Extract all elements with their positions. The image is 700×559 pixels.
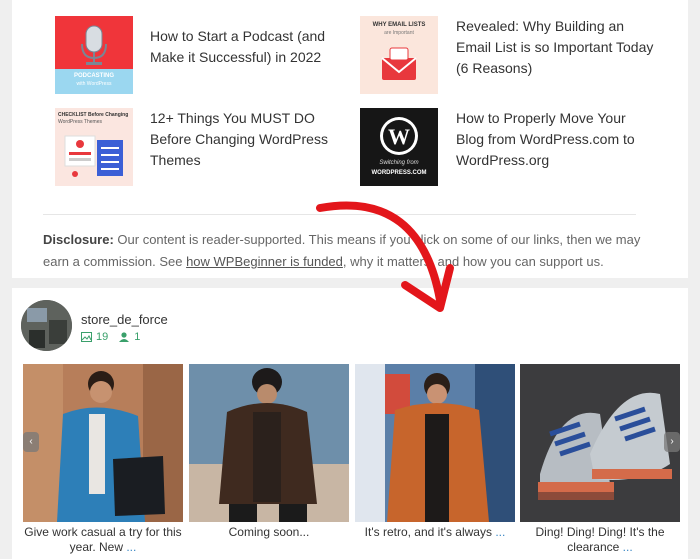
related-post[interactable]: CHECKLIST Before Changing WordPress Them… [55,108,340,186]
read-more-link[interactable]: ... [623,540,633,554]
funding-link[interactable]: how WPBeginner is funded [186,254,343,269]
feed-image[interactable] [520,364,680,522]
posts-count: 19 [96,331,109,343]
divider [43,214,636,215]
feed-stats: 19 1 [81,331,140,343]
thumb-text: WORDPRESS.COM [371,170,427,176]
post-title-link[interactable]: How to Properly Move Your Blog from Word… [456,108,651,171]
caption-text: Give work casual a try for this year. Ne… [24,525,182,554]
thumb-text: with WordPress [76,81,112,87]
caption-text: It's retro, and it's always [364,525,496,539]
thumb-text: are Important [384,30,414,36]
carousel-next-button[interactable]: › [664,432,680,452]
svg-text:W: W [388,124,410,149]
microphone-icon [81,25,107,65]
post-title-link[interactable]: 12+ Things You MUST DO Before Changing W… [150,108,340,171]
image-icon [81,332,92,342]
post-thumbnail[interactable]: CHECKLIST Before Changing WordPress Them… [55,108,133,186]
thumb-text: PODCASTING [73,73,114,79]
thumb-text: WordPress Themes [58,119,102,125]
disclosure-body-end: , why it matters, and how you can suppor… [342,254,604,269]
post-title-link[interactable]: Revealed: Why Building an Email List is … [456,16,656,79]
user-icon [119,332,130,342]
carousel-prev-button[interactable]: ‹ [23,432,39,452]
avatar[interactable] [21,300,72,351]
related-post[interactable]: PODCASTING with WordPress How to Start a… [55,16,340,94]
disclosure-text: Disclosure: Our content is reader-suppor… [43,229,643,273]
feed-image[interactable] [189,364,349,522]
feed-caption: Give work casual a try for this year. Ne… [21,525,185,555]
thumb-text: Switching from [379,160,419,166]
post-thumbnail[interactable]: WHY EMAIL LISTS are Important [360,16,438,94]
disclosure-label: Disclosure: [43,232,114,247]
followers-count: 1 [134,331,141,343]
thumb-text: WHY EMAIL LISTS [372,22,426,28]
wordpress-logo-icon: W [380,117,418,155]
instagram-feed-card: store_de_force 19 1 ‹ › Give work casual… [12,288,688,559]
email-icon [381,47,417,80]
feed-image[interactable] [355,364,515,522]
caption-text: Coming soon... [228,525,310,539]
post-thumbnail[interactable]: W Switching from WORDPRESS.COM [360,108,438,186]
feed-caption: Ding! Ding! Ding! It's the clearance ... [518,525,682,555]
feed-username[interactable]: store_de_force [81,312,168,327]
feed-image[interactable] [23,364,183,522]
post-thumbnail[interactable]: PODCASTING with WordPress [55,16,133,94]
related-post[interactable]: W Switching from WORDPRESS.COM How to Pr… [360,108,651,186]
read-more-link[interactable]: ... [126,540,136,554]
checklist-icon [64,135,123,177]
feed-caption: Coming soon... [187,525,351,540]
feed-caption: It's retro, and it's always ... [353,525,517,540]
post-title-link[interactable]: How to Start a Podcast (and Make it Succ… [150,26,340,68]
thumb-text: CHECKLIST Before Changing [58,112,129,118]
related-post[interactable]: WHY EMAIL LISTS are Important Revealed: … [360,16,656,94]
read-more-link[interactable]: ... [495,525,505,539]
caption-text: Ding! Ding! Ding! It's the clearance [535,525,665,554]
